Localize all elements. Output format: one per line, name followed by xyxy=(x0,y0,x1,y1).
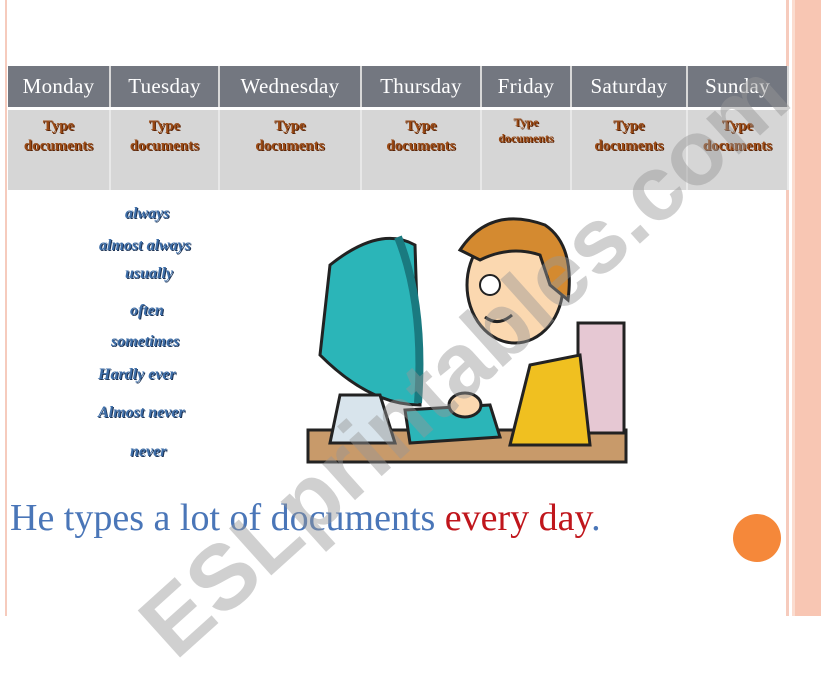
cell-line: documents xyxy=(129,138,200,154)
header-tuesday: Tuesday xyxy=(110,66,220,110)
table-cell: Type documents xyxy=(219,108,362,190)
table-cell: Type documents xyxy=(687,108,789,190)
frequency-word: Almost never xyxy=(98,404,185,421)
header-sunday: Sunday xyxy=(687,66,789,110)
header-wednesday: Wednesday xyxy=(219,66,362,110)
cell-line: documents xyxy=(255,138,325,154)
monitor-stand xyxy=(328,393,398,445)
frequency-word: sometimes xyxy=(111,333,180,350)
hand xyxy=(447,391,483,419)
sentence-main: He types a lot of documents xyxy=(10,497,445,539)
table-row: Type documents Type documents Type document… xyxy=(8,108,789,190)
example-sentence: He types a lot of documents every day. xyxy=(10,496,601,540)
cell-line: Type xyxy=(42,118,75,134)
cell-line: Type xyxy=(613,118,645,134)
left-border-line xyxy=(5,0,7,616)
header-friday: Friday xyxy=(481,66,572,110)
orange-bullet-circle xyxy=(733,514,781,562)
cell-line: documents xyxy=(594,138,664,154)
table-cell: Type documents xyxy=(571,108,688,190)
cell-line: Type xyxy=(721,118,754,134)
weekly-schedule-table: Monday Tuesday Wednesday Thursday Friday… xyxy=(8,66,789,190)
cell-line: Type xyxy=(513,115,539,129)
table-cell: Type documents xyxy=(110,108,220,190)
frequency-word: almost always xyxy=(99,237,192,254)
sentence-period: . xyxy=(591,497,601,539)
cell-line: Type xyxy=(148,118,181,134)
cell-line: documents xyxy=(498,131,554,145)
right-accent-stripe xyxy=(792,0,821,616)
frequency-word: usually xyxy=(125,265,174,282)
header-thursday: Thursday xyxy=(361,66,482,110)
cell-line: documents xyxy=(23,138,94,154)
table-cell: Type documents xyxy=(8,108,111,190)
cell-line: Type xyxy=(274,118,306,134)
table-header-row: Monday Tuesday Wednesday Thursday Friday… xyxy=(8,66,789,110)
header-saturday: Saturday xyxy=(571,66,688,110)
frequency-word: never xyxy=(130,443,167,460)
header-monday: Monday xyxy=(8,66,111,110)
cell-line: documents xyxy=(386,138,456,154)
cell-line: documents xyxy=(702,138,773,154)
boy-at-computer-illustration xyxy=(306,217,628,464)
table-cell: Type documents xyxy=(361,108,482,190)
frequency-word: Hardly ever xyxy=(98,366,176,383)
shirt xyxy=(508,353,592,447)
cell-line: Type xyxy=(405,118,437,134)
frequency-word: always xyxy=(125,205,170,222)
table-cell: Type documents xyxy=(481,108,572,190)
sentence-time-expression: every day xyxy=(444,497,592,539)
frequency-word: often xyxy=(130,302,164,319)
